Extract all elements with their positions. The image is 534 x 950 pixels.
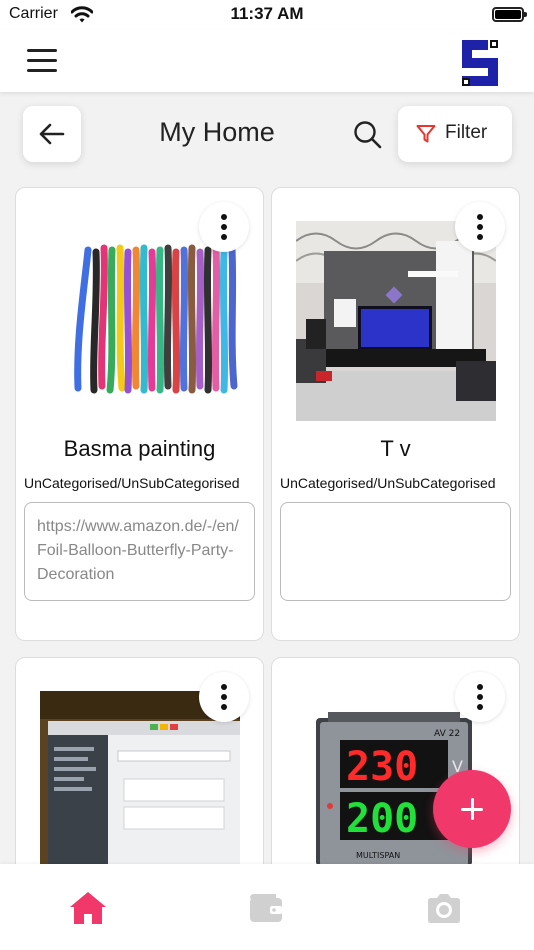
filter-label: Filter [445, 122, 488, 143]
meter-bottom-value: 200 [346, 796, 418, 842]
bottom-tab-bar [0, 864, 534, 950]
search-icon[interactable] [352, 119, 384, 151]
page-title: My Home [159, 117, 275, 147]
more-options-button[interactable] [455, 672, 505, 722]
item-card[interactable]: T v UnCategorised/UnSubCategorised [271, 187, 520, 641]
item-card[interactable]: Basma painting UnCategorised/UnSubCatego… [15, 187, 264, 641]
item-title: Basma painting [63, 436, 216, 461]
hamburger-menu-icon[interactable] [24, 46, 62, 76]
clock: 11:37 AM [230, 4, 304, 23]
item-note-field[interactable] [280, 502, 511, 601]
add-item-button[interactable] [433, 770, 511, 848]
back-button[interactable] [23, 106, 81, 162]
item-category: UnCategorised/UnSubCategorised [280, 475, 496, 491]
item-image [296, 221, 496, 421]
meter-brand: MULTISPAN [356, 851, 400, 860]
app-bar [0, 30, 534, 92]
home-icon[interactable] [68, 888, 108, 928]
filter-button[interactable]: Filter [398, 106, 512, 162]
arrow-left-icon [39, 123, 65, 145]
item-image [40, 240, 250, 400]
item-title: T v [380, 436, 411, 461]
more-options-button[interactable] [199, 672, 249, 722]
meter-top-value: 230 [346, 744, 418, 790]
meter-model: AV 22 [434, 729, 460, 739]
wallet-icon[interactable] [246, 888, 286, 928]
app-logo [460, 38, 500, 88]
item-card[interactable] [15, 657, 264, 877]
more-options-button[interactable] [455, 202, 505, 252]
status-bar: Carrier 11:37 AM [0, 0, 534, 30]
camera-icon[interactable] [424, 888, 464, 928]
item-note-field[interactable]: https://www.amazon.de/-/en/Foil-Balloon-… [24, 502, 255, 601]
item-category: UnCategorised/UnSubCategorised [24, 475, 240, 491]
funnel-icon [416, 125, 436, 143]
item-note-text: https://www.amazon.de/-/en/Foil-Balloon-… [37, 518, 239, 583]
battery-full-icon [492, 7, 527, 22]
more-options-button[interactable] [199, 202, 249, 252]
